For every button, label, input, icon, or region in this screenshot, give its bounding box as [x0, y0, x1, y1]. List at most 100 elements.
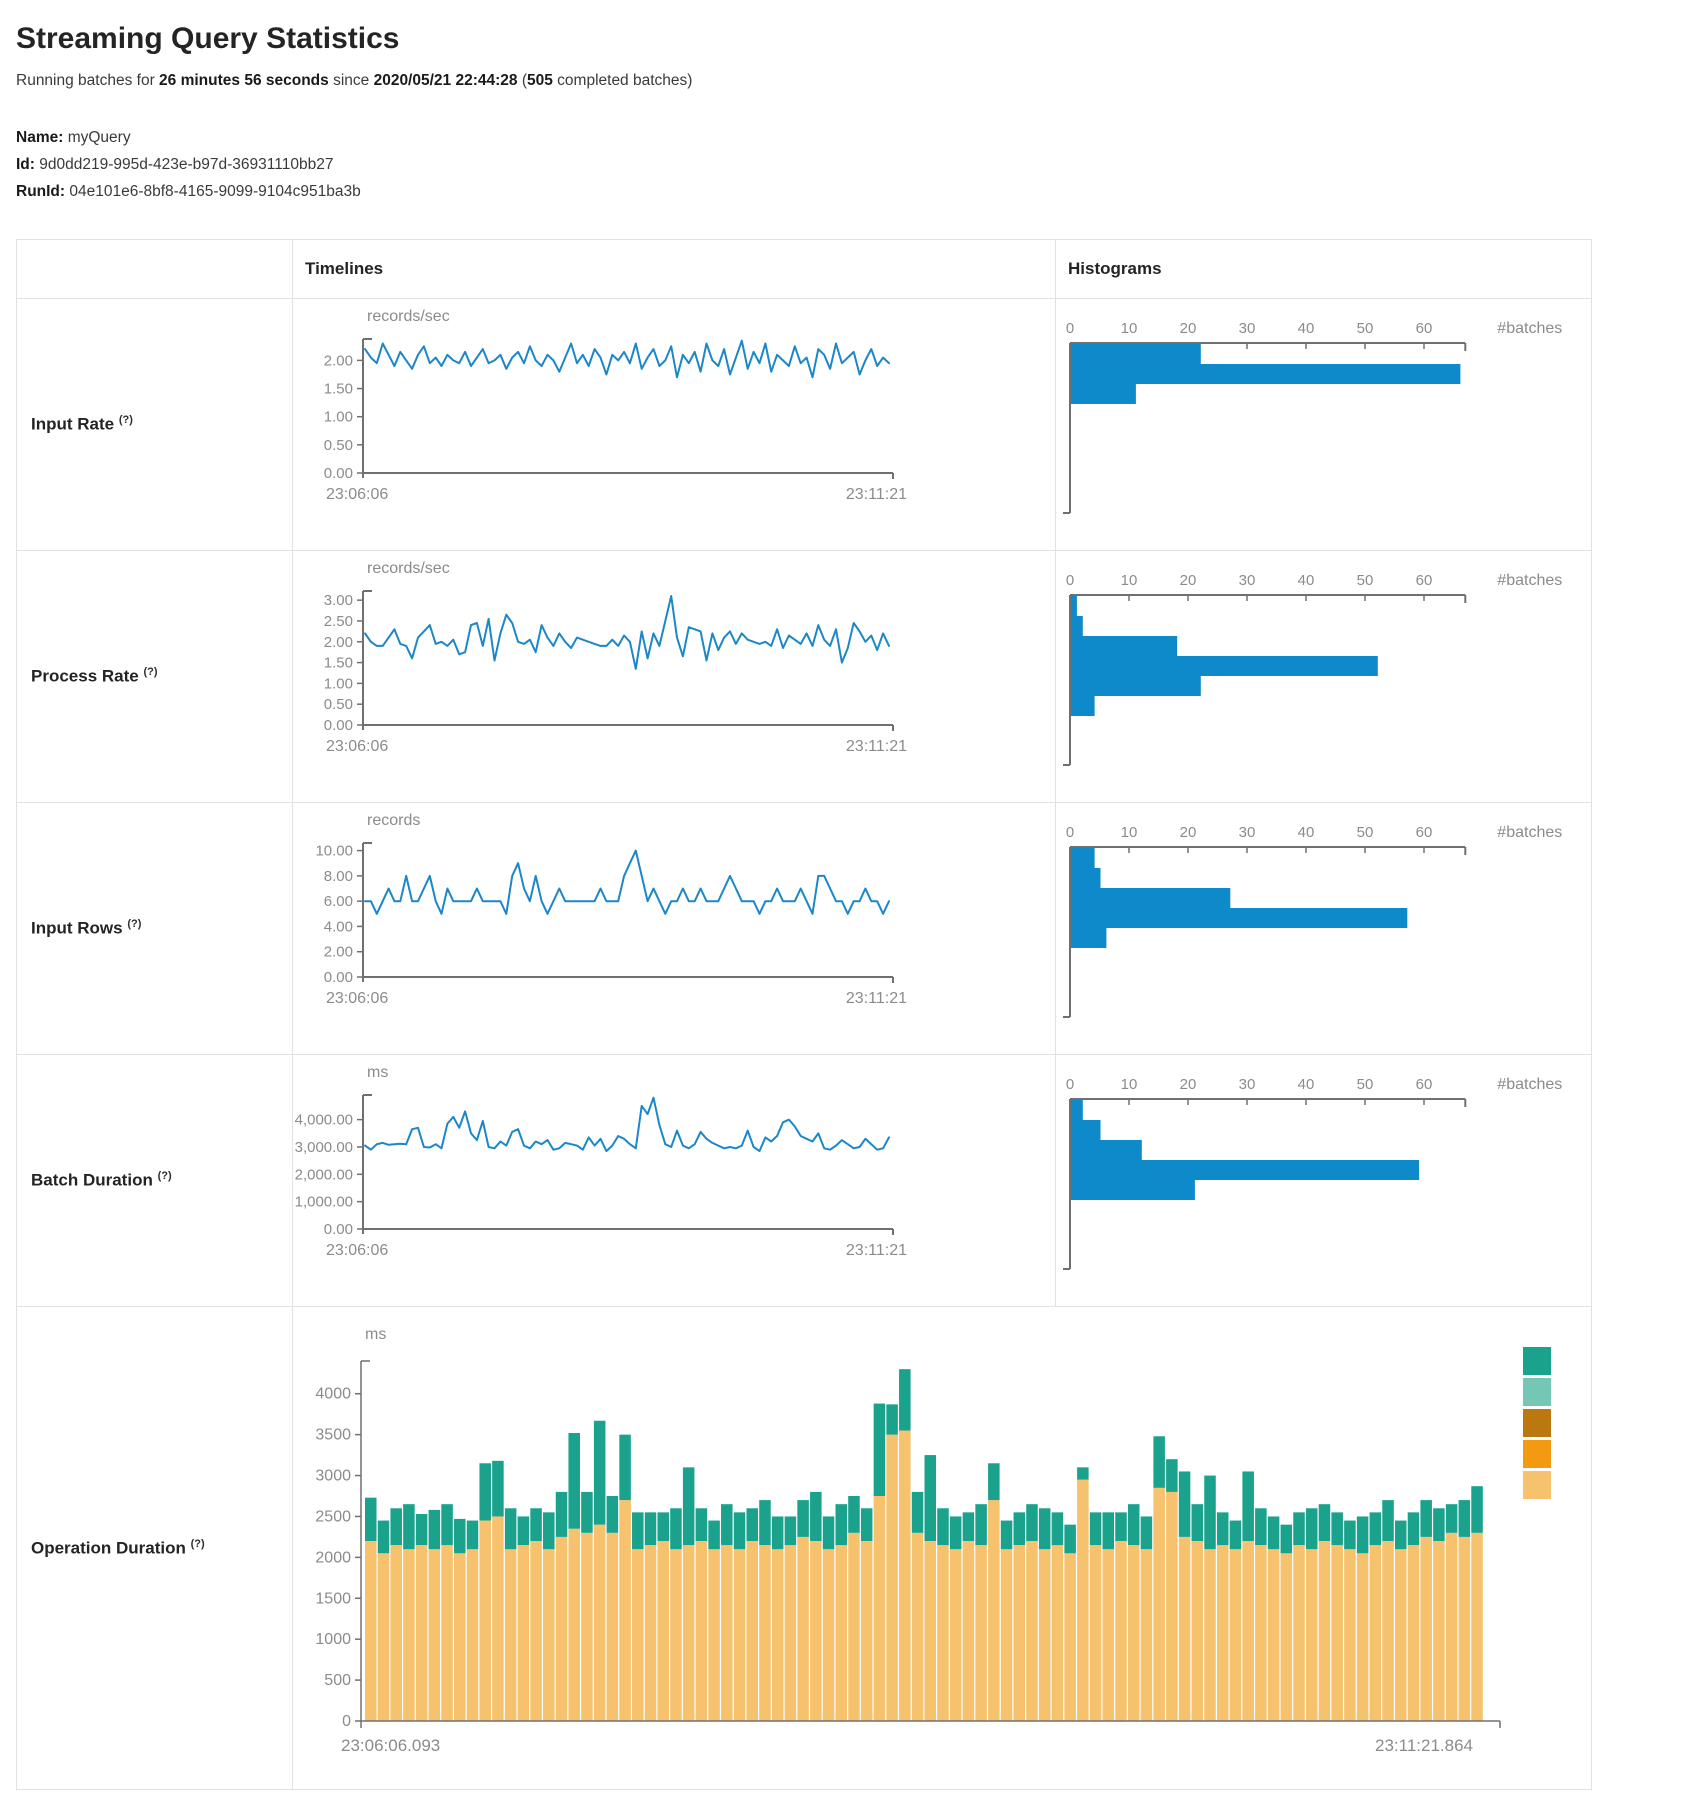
timelines-header: Timelines — [293, 240, 1056, 299]
input-rate-help-icon[interactable]: (?) — [119, 414, 133, 426]
input-rows-help-icon[interactable]: (?) — [127, 918, 141, 930]
svg-text:20: 20 — [1180, 1076, 1197, 1093]
svg-text:50: 50 — [1357, 572, 1374, 589]
subtitle-paren: ( — [518, 72, 527, 89]
svg-text:2.00: 2.00 — [324, 352, 353, 369]
svg-text:30: 30 — [1239, 824, 1256, 841]
svg-text:ms: ms — [367, 1064, 388, 1081]
input-rows-label: Input Rows — [31, 919, 123, 938]
svg-text:30: 30 — [1239, 320, 1256, 337]
svg-text:1.50: 1.50 — [324, 381, 353, 398]
svg-text:40: 40 — [1298, 824, 1315, 841]
subtitle-suffix: completed batches) — [553, 72, 693, 89]
operation-duration-label-cell: Operation Duration (?) — [17, 1307, 293, 1790]
svg-text:3500: 3500 — [315, 1427, 351, 1444]
svg-text:50: 50 — [1357, 824, 1374, 841]
svg-text:2000: 2000 — [315, 1549, 351, 1566]
svg-text:23:06:06: 23:06:06 — [326, 1242, 388, 1259]
svg-text:3000: 3000 — [315, 1468, 351, 1485]
svg-text:6.00: 6.00 — [324, 893, 353, 910]
svg-text:23:06:06.093: 23:06:06.093 — [341, 1736, 440, 1755]
input-rows-histogram-chart: 0102030405060#batches — [1056, 807, 1586, 1019]
svg-text:10: 10 — [1121, 572, 1138, 589]
svg-text:1500: 1500 — [315, 1590, 351, 1607]
operation-duration-chart-cell: ms4000350030002500200015001000500023:06:… — [293, 1307, 1592, 1790]
process-rate-histogram-chart: 0102030405060#batches — [1056, 555, 1586, 767]
name-label: Name: — [16, 129, 63, 146]
svg-text:4,000.00: 4,000.00 — [295, 1112, 353, 1129]
svg-text:0.50: 0.50 — [324, 696, 353, 713]
process-rate-histogram-cell: 0102030405060#batches — [1056, 551, 1592, 803]
batch-duration-row: Batch Duration (?) ms4,000.003,000.002,0… — [17, 1055, 1592, 1307]
svg-text:4000: 4000 — [315, 1386, 351, 1403]
input-rows-histogram-cell: 0102030405060#batches — [1056, 803, 1592, 1055]
empty-header-cell — [17, 240, 293, 299]
svg-text:10.00: 10.00 — [315, 843, 353, 860]
batch-duration-label-cell: Batch Duration (?) — [17, 1055, 293, 1307]
svg-text:records/sec: records/sec — [367, 560, 450, 577]
svg-text:1.00: 1.00 — [324, 675, 353, 692]
legend-swatch-tan — [1523, 1471, 1551, 1499]
svg-text:23:06:06: 23:06:06 — [326, 486, 388, 503]
svg-text:23:11:21.864: 23:11:21.864 — [1375, 1736, 1473, 1755]
process-rate-help-icon[interactable]: (?) — [143, 666, 157, 678]
svg-text:0.00: 0.00 — [324, 717, 353, 734]
svg-text:30: 30 — [1239, 572, 1256, 589]
svg-text:1.00: 1.00 — [324, 409, 353, 426]
svg-text:0.00: 0.00 — [324, 465, 353, 482]
svg-text:40: 40 — [1298, 1076, 1315, 1093]
svg-text:23:06:06: 23:06:06 — [326, 738, 388, 755]
svg-text:20: 20 — [1180, 320, 1197, 337]
input-rate-label-cell: Input Rate (?) — [17, 299, 293, 551]
operation-duration-stacked-chart: ms4000350030002500200015001000500023:06:… — [293, 1321, 1589, 1767]
running-batches-summary: Running batches for 26 minutes 56 second… — [16, 72, 1677, 90]
svg-text:8.00: 8.00 — [324, 868, 353, 885]
svg-text:40: 40 — [1298, 572, 1315, 589]
svg-text:2,000.00: 2,000.00 — [295, 1166, 353, 1183]
operation-duration-legend — [1523, 1347, 1551, 1502]
svg-text:0: 0 — [1066, 824, 1074, 841]
svg-text:0: 0 — [1066, 572, 1074, 589]
input-rate-timeline-chart: records/sec2.001.501.000.500.0023:06:062… — [293, 303, 933, 515]
process-rate-label-cell: Process Rate (?) — [17, 551, 293, 803]
svg-text:0: 0 — [1066, 1076, 1074, 1093]
svg-text:23:11:21: 23:11:21 — [846, 990, 907, 1007]
svg-text:23:11:21: 23:11:21 — [846, 738, 907, 755]
query-name-row: Name: myQuery — [16, 124, 1677, 151]
svg-text:1,000.00: 1,000.00 — [295, 1194, 353, 1211]
batch-duration-timeline-cell: ms4,000.003,000.002,000.001,000.000.0023… — [293, 1055, 1056, 1307]
svg-text:500: 500 — [324, 1672, 351, 1689]
subtitle-since: since — [329, 72, 374, 89]
input-rate-histogram-chart: 0102030405060#batches — [1056, 303, 1586, 515]
input-rate-timeline-cell: records/sec2.001.501.000.500.0023:06:062… — [293, 299, 1056, 551]
input-rate-row: Input Rate (?) records/sec2.001.501.000.… — [17, 299, 1592, 551]
svg-text:0.50: 0.50 — [324, 437, 353, 454]
svg-text:60: 60 — [1416, 824, 1433, 841]
histograms-header: Histograms — [1056, 240, 1592, 299]
legend-swatch-light-teal — [1523, 1378, 1551, 1406]
process-rate-timeline-cell: records/sec3.002.502.001.501.000.500.002… — [293, 551, 1056, 803]
completed-batch-count: 505 — [527, 72, 553, 89]
streaming-query-statistics-page: Streaming Query Statistics Running batch… — [0, 0, 1693, 1810]
runid-value: 04e101e6-8bf8-4165-9099-9104c951ba3b — [69, 183, 360, 200]
svg-text:1000: 1000 — [315, 1631, 351, 1648]
svg-text:ms: ms — [365, 1326, 386, 1343]
process-rate-label: Process Rate — [31, 667, 139, 686]
input-rows-row: Input Rows (?) records10.008.006.004.002… — [17, 803, 1592, 1055]
svg-text:#batches: #batches — [1497, 824, 1562, 841]
input-rows-timeline-cell: records10.008.006.004.002.000.0023:06:06… — [293, 803, 1056, 1055]
svg-text:20: 20 — [1180, 572, 1197, 589]
svg-text:2500: 2500 — [315, 1508, 351, 1525]
query-runid-row: RunId: 04e101e6-8bf8-4165-9099-9104c951b… — [16, 178, 1677, 205]
operation-duration-help-icon[interactable]: (?) — [191, 1538, 205, 1550]
operation-duration-label: Operation Duration — [31, 1538, 186, 1557]
process-rate-row: Process Rate (?) records/sec3.002.502.00… — [17, 551, 1592, 803]
operation-duration-row: Operation Duration (?) ms 4000 3500 3000 250… — [17, 1307, 1592, 1790]
svg-text:0.00: 0.00 — [324, 969, 353, 986]
svg-text:#batches: #batches — [1497, 572, 1562, 589]
batch-duration-help-icon[interactable]: (?) — [158, 1170, 172, 1182]
subtitle-prefix: Running batches for — [16, 72, 159, 89]
svg-text:2.50: 2.50 — [324, 613, 353, 630]
svg-text:records: records — [367, 812, 420, 829]
page-title: Streaming Query Statistics — [16, 22, 1677, 56]
